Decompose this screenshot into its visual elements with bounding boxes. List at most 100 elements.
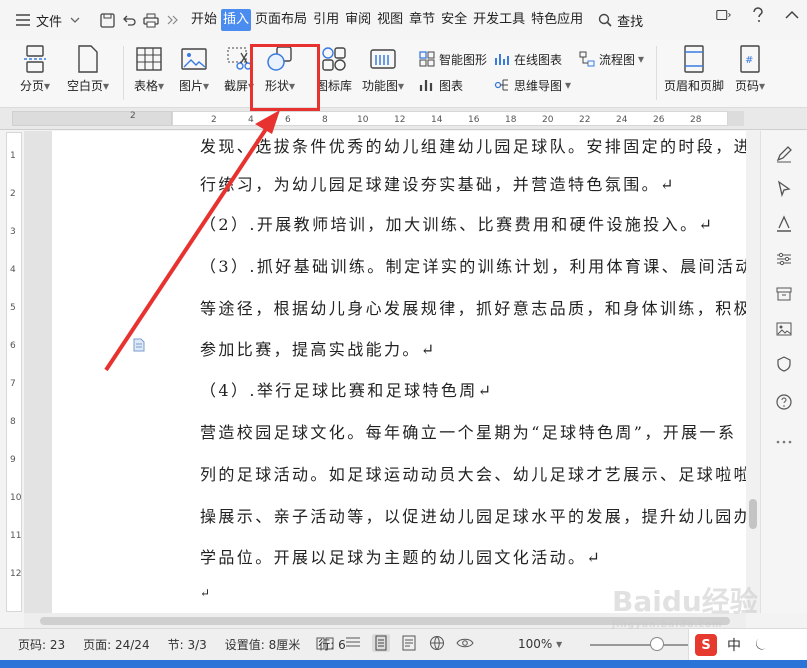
help-circle-icon[interactable] — [773, 391, 795, 413]
tab-special-apps[interactable]: 特色应用 — [529, 9, 585, 31]
document-line[interactable]: 行练习，为幼儿园足球建设夯实基础，并营造特色氛围。↵ — [200, 171, 676, 195]
document-line[interactable]: 等途径，根据幼儿身心发展规律，抓好意志品质，和身体训练，积极 — [200, 295, 746, 319]
cursor-icon[interactable] — [773, 178, 795, 200]
ruler-number: 20 — [542, 115, 554, 125]
tab-review[interactable]: 审阅 — [343, 9, 373, 31]
style-icon[interactable] — [773, 213, 795, 235]
print-icon[interactable] — [142, 11, 160, 29]
ribbon-divider — [656, 46, 657, 100]
smart-art-button[interactable]: 智能图形 — [418, 50, 487, 68]
mind-map-label: 思维导图 — [514, 78, 563, 93]
vruler-number: 3 — [10, 227, 16, 237]
adjust-icon[interactable] — [773, 248, 795, 270]
zoom-level[interactable]: 100% ▾ — [518, 637, 562, 651]
table-button[interactable]: 表格▾ — [134, 44, 164, 94]
outline-view-icon[interactable] — [344, 634, 362, 652]
web-view-icon[interactable] — [428, 634, 446, 652]
tab-home[interactable]: 开始 — [189, 9, 219, 31]
horizontal-ruler[interactable]: 2 4 6 8 10 12 14 16 18 20 22 24 26 28 2 — [0, 108, 807, 130]
moon-icon[interactable] — [751, 636, 769, 654]
ime-language[interactable]: 中 — [727, 635, 741, 655]
document-line[interactable]: （2）.开展教师培训，加大训练、比赛费用和硬件设施投入。↵ — [200, 211, 714, 235]
icon-library-button[interactable]: 图标库 — [316, 44, 352, 94]
document-canvas[interactable]: 发现、选拔条件优秀的幼儿组建幼儿园足球队。安排固定的时段，进 行练习，为幼儿园足… — [24, 131, 746, 613]
ruler-number: 24 — [616, 115, 628, 125]
page-break-button[interactable]: 分页▾ — [20, 44, 50, 94]
shield-icon[interactable] — [773, 353, 795, 375]
mind-map-button[interactable]: 思维导图 ▾ — [493, 76, 571, 94]
document-line[interactable]: 学品位。开展以足球为主题的幼儿园文化活动。↵ — [200, 544, 602, 568]
page-number-button[interactable]: # 页码▾ — [735, 44, 765, 94]
ruler-number: 2 — [130, 111, 136, 121]
zoom-slider-knob[interactable] — [650, 637, 664, 651]
document-line[interactable]: 参加比赛，提高实战能力。↵ — [200, 336, 437, 360]
header-footer-button[interactable]: 页眉和页脚 — [664, 44, 724, 94]
document-line[interactable]: 操展示、亲子活动等，以促进幼儿园足球水平的发展，提升幼儿园办 — [200, 503, 746, 527]
more-chevron-icon[interactable] — [164, 11, 182, 29]
tab-developer[interactable]: 开发工具 — [471, 9, 527, 31]
search-label: 查找 — [617, 14, 644, 30]
vertical-scrollbar[interactable] — [746, 131, 760, 613]
chart-button[interactable]: 图表 — [418, 76, 463, 94]
document-line[interactable]: 发现、选拔条件优秀的幼儿组建幼儿园足球队。安排固定的时段，进 — [200, 133, 746, 157]
tab-insert[interactable]: 插入 — [221, 9, 252, 31]
tab-security[interactable]: 安全 — [439, 9, 469, 31]
function-chart-label: 功能图▾ — [362, 79, 405, 93]
vruler-number: 9 — [10, 455, 16, 465]
tab-references[interactable]: 引用 — [311, 9, 341, 31]
quick-access-toolbar — [98, 11, 182, 29]
file-menu-button[interactable]: 文件 — [0, 5, 92, 35]
archive-icon[interactable] — [773, 283, 795, 305]
online-chart-button[interactable]: 在线图表 — [493, 50, 562, 68]
document-page[interactable]: 发现、选拔条件优秀的幼儿组建幼儿园足球队。安排固定的时段，进 行练习，为幼儿园足… — [52, 131, 746, 613]
status-section[interactable]: 节: 3/3 — [168, 636, 207, 653]
page-break-icon — [20, 44, 50, 74]
sogou-logo-icon[interactable]: S — [695, 634, 717, 656]
table-label: 表格▾ — [134, 79, 165, 93]
status-page-code[interactable]: 页码: 23 — [18, 636, 65, 653]
blank-page-button[interactable]: 空白页▾ — [67, 44, 109, 94]
vruler-number: 1 — [10, 151, 16, 161]
search-button[interactable]: 查找 — [596, 11, 643, 30]
help-icon[interactable] — [749, 6, 767, 24]
collapse-ribbon-icon[interactable] — [783, 6, 801, 24]
reading-mode-icon[interactable] — [316, 634, 334, 652]
undo-icon[interactable] — [120, 11, 138, 29]
function-chart-button[interactable]: 功能图▾ — [362, 44, 404, 94]
document-line[interactable]: （3）.抓好基础训练。制定详实的训练计划，利用体育课、晨间活动 — [200, 253, 746, 277]
flowchart-button[interactable]: 流程图 ▾ — [578, 50, 644, 68]
table-icon — [134, 44, 164, 74]
status-setting[interactable]: 设置值: 8厘米 — [225, 636, 301, 653]
ruler-number: 4 — [248, 115, 254, 125]
ruler-number: 28 — [690, 115, 702, 125]
tab-section[interactable]: 章节 — [407, 9, 437, 31]
document-structure-icon[interactable] — [400, 634, 418, 652]
more-icon[interactable] — [773, 431, 795, 453]
desktop-edge — [0, 660, 807, 668]
menu-bar: 文件 开始 插入 页面布局 引用 审阅 视图 章节 安全 开发工具 特色应用 查… — [0, 0, 807, 40]
vruler-number: 4 — [10, 265, 16, 275]
document-line[interactable]: ↵ — [200, 586, 212, 600]
sync-icon[interactable] — [715, 6, 733, 24]
picture-button[interactable]: 图片▾ — [179, 44, 209, 94]
tab-view[interactable]: 视图 — [375, 9, 405, 31]
page-view-icon[interactable] — [372, 634, 390, 652]
picture-icon — [179, 44, 209, 74]
vertical-scrollbar-thumb[interactable] — [749, 499, 757, 529]
status-pages[interactable]: 页面: 24/24 — [83, 636, 149, 653]
icon-library-label: 图标库 — [316, 79, 353, 93]
document-note-icon[interactable] — [132, 338, 146, 355]
document-line[interactable]: 列的足球活动。如足球运动动员大会、幼儿足球才艺展示、足球啦啦 — [200, 461, 746, 485]
vertical-ruler[interactable]: 1 2 3 4 5 6 7 8 9 10 11 12 — [6, 132, 22, 612]
vruler-number: 7 — [10, 379, 16, 389]
online-chart-label: 在线图表 — [514, 52, 563, 67]
pen-icon[interactable] — [773, 143, 795, 165]
image-icon[interactable] — [773, 318, 795, 340]
document-line[interactable]: （4）.举行足球比赛和足球特色周↵ — [200, 377, 493, 401]
chart-label: 图表 — [439, 78, 464, 93]
tab-page-layout[interactable]: 页面布局 — [253, 9, 309, 31]
save-icon[interactable] — [98, 11, 116, 29]
status-bar: 页码: 23 页面: 24/24 节: 3/3 设置值: 8厘米 行: 6 10… — [0, 628, 807, 661]
eye-protection-icon[interactable] — [456, 634, 474, 652]
document-line[interactable]: 营造校园足球文化。每年确立一个星期为“足球特色周”，开展一系 — [200, 419, 736, 443]
